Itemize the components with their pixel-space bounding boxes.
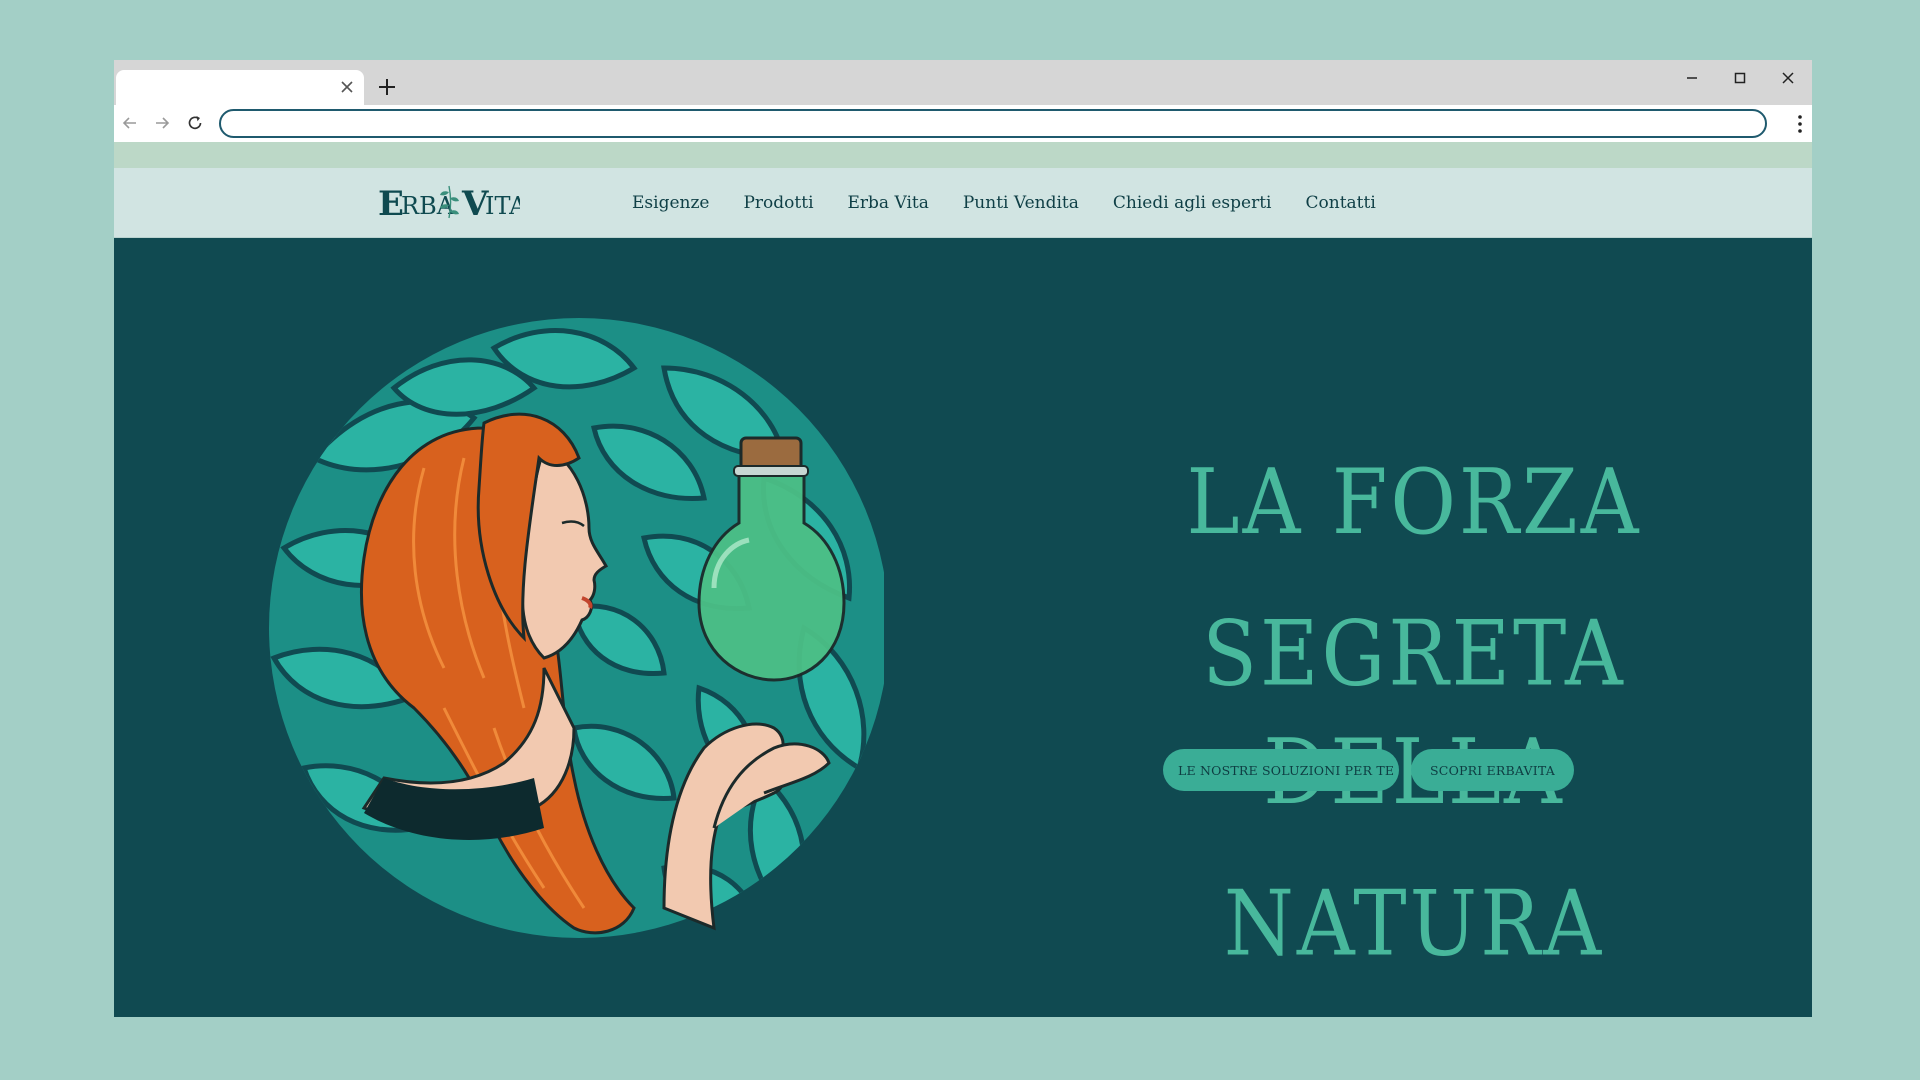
nav-erba-vita[interactable]: Erba Vita (848, 193, 929, 213)
headline-line-2: della Natura (1223, 720, 1605, 976)
hero-cta-row: LE NOSTRE SOLUZIONI PER TE SCOPRI ERBAVI… (1163, 749, 1574, 791)
main-nav: Esigenze Prodotti Erba Vita Punti Vendit… (632, 168, 1410, 238)
nav-esigenze[interactable]: Esigenze (632, 193, 709, 213)
arrow-right-icon[interactable] (152, 113, 172, 133)
top-band (114, 142, 1812, 168)
site-header: E RBA V ITA Esigenze Prodotti Erba Vita … (114, 168, 1812, 238)
arrow-left-icon[interactable] (120, 113, 140, 133)
nav-prodotti[interactable]: Prodotti (743, 193, 813, 213)
svg-text:ITA: ITA (485, 192, 520, 220)
maximize-icon[interactable] (1728, 66, 1752, 90)
headline-line-1: La forza segreta (1186, 450, 1642, 706)
address-bar[interactable] (219, 109, 1767, 138)
erbavita-logo[interactable]: E RBA V ITA (378, 178, 520, 228)
tab-strip (114, 60, 1812, 105)
nav-contatti[interactable]: Contatti (1306, 193, 1376, 213)
nav-chiedi-agli-esperti[interactable]: Chiedi agli esperti (1113, 193, 1272, 213)
browser-tab[interactable] (116, 70, 364, 105)
plus-icon[interactable] (374, 74, 400, 100)
minimize-icon[interactable] (1680, 66, 1704, 90)
page-content: E RBA V ITA Esigenze Prodotti Erba Vita … (114, 142, 1812, 1017)
woman-with-potion-illustration (269, 318, 884, 938)
close-icon[interactable] (1776, 66, 1800, 90)
reload-icon[interactable] (185, 113, 205, 133)
discover-erbavita-button[interactable]: SCOPRI ERBAVITA (1411, 749, 1574, 791)
hero-section: La forza segreta della Natura LE NOSTRE … (114, 238, 1812, 1017)
browser-window: E RBA V ITA Esigenze Prodotti Erba Vita … (114, 60, 1812, 1017)
hero-headline: La forza segreta della Natura (1064, 443, 1764, 983)
browser-toolbar (114, 105, 1812, 142)
solutions-button[interactable]: LE NOSTRE SOLUZIONI PER TE (1163, 749, 1399, 791)
nav-punti-vendita[interactable]: Punti Vendita (963, 193, 1079, 213)
kebab-menu-icon[interactable] (1796, 113, 1804, 135)
close-icon[interactable] (338, 78, 356, 96)
